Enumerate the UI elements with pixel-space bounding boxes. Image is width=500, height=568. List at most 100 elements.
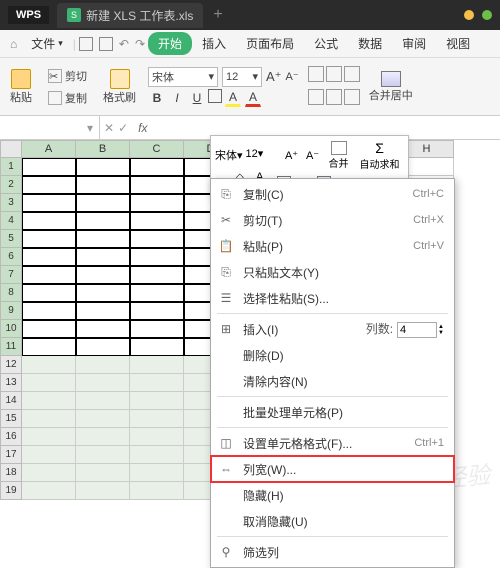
cell[interactable] — [76, 230, 130, 248]
select-all-corner[interactable] — [0, 140, 22, 158]
col-header-C[interactable]: C — [130, 140, 184, 158]
align-right-icon[interactable] — [344, 89, 360, 105]
maximize-icon[interactable] — [482, 10, 492, 20]
cell[interactable] — [130, 194, 184, 212]
new-tab-button[interactable]: + — [213, 6, 222, 24]
mini-merge-button[interactable]: 合并 — [325, 141, 353, 170]
name-box[interactable]: ▾ — [0, 116, 100, 139]
row-header-9[interactable]: 9 — [0, 302, 22, 320]
row-header-6[interactable]: 6 — [0, 248, 22, 266]
cell[interactable] — [76, 446, 130, 464]
row-header-3[interactable]: 3 — [0, 194, 22, 212]
align-middle-icon[interactable] — [326, 66, 342, 82]
menu-clear[interactable]: 清除内容(N) — [211, 368, 454, 394]
menu-paste[interactable]: 📋粘贴(P)Ctrl+V — [211, 233, 454, 259]
menu-paste-text[interactable]: ⎘只粘贴文本(Y) — [211, 259, 454, 285]
cell[interactable] — [22, 230, 76, 248]
border-button[interactable] — [208, 89, 222, 103]
cell[interactable] — [130, 338, 184, 356]
tab-insert[interactable]: 插入 — [192, 31, 236, 56]
row-header-16[interactable]: 16 — [0, 428, 22, 446]
fill-color-button[interactable]: A — [224, 89, 242, 107]
cell[interactable] — [76, 212, 130, 230]
row-header-5[interactable]: 5 — [0, 230, 22, 248]
cell[interactable] — [130, 374, 184, 392]
cell[interactable] — [130, 302, 184, 320]
cell[interactable] — [76, 302, 130, 320]
cell[interactable] — [130, 158, 184, 176]
cell[interactable] — [76, 248, 130, 266]
col-header-B[interactable]: B — [76, 140, 130, 158]
menu-unhide[interactable]: 取消隐藏(U) — [211, 508, 454, 534]
cell[interactable] — [22, 338, 76, 356]
menu-paste-special[interactable]: ☰选择性粘贴(S)... — [211, 285, 454, 311]
cell[interactable] — [130, 392, 184, 410]
tab-start[interactable]: 开始 — [148, 32, 192, 55]
cell[interactable] — [130, 176, 184, 194]
enter-icon[interactable]: ✓ — [118, 121, 128, 135]
qat-print-icon[interactable] — [99, 37, 113, 51]
cell[interactable] — [130, 248, 184, 266]
row-header-1[interactable]: 1 — [0, 158, 22, 176]
row-header-12[interactable]: 12 — [0, 356, 22, 374]
cell[interactable] — [22, 410, 76, 428]
cell[interactable] — [76, 338, 130, 356]
mini-font-name[interactable]: 宋体▾ — [215, 147, 243, 165]
menu-filter-column[interactable]: ⚲筛选列 — [211, 539, 454, 565]
cell[interactable] — [76, 176, 130, 194]
row-header-19[interactable]: 19 — [0, 482, 22, 500]
cell[interactable] — [130, 266, 184, 284]
qat-redo-icon[interactable]: ↷ — [135, 37, 145, 51]
cell[interactable] — [76, 284, 130, 302]
cell[interactable] — [130, 410, 184, 428]
row-header-10[interactable]: 10 — [0, 320, 22, 338]
align-left-icon[interactable] — [308, 89, 324, 105]
row-header-14[interactable]: 14 — [0, 392, 22, 410]
cell[interactable] — [76, 194, 130, 212]
cell[interactable] — [22, 248, 76, 266]
menu-insert[interactable]: ⊞插入(I) 列数:▲▼ — [211, 316, 454, 342]
cell[interactable] — [76, 482, 130, 500]
tab-review[interactable]: 审阅 — [392, 31, 436, 56]
menu-format-cells[interactable]: ◫设置单元格格式(F)...Ctrl+1 — [211, 430, 454, 456]
spinner-down-icon[interactable]: ▼ — [438, 330, 444, 336]
paste-button[interactable]: 粘贴 — [6, 67, 36, 107]
cut-button[interactable]: ✂剪切 — [44, 66, 91, 86]
align-center-icon[interactable] — [326, 89, 342, 105]
menu-cut[interactable]: ✂剪切(T)Ctrl+X — [211, 207, 454, 233]
underline-button[interactable]: U — [188, 89, 206, 107]
decrease-font-icon[interactable]: A⁻ — [286, 70, 299, 83]
document-tab[interactable]: S 新建 XLS 工作表.xls — [57, 3, 203, 28]
cell[interactable] — [76, 428, 130, 446]
menu-copy[interactable]: ⎘复制(C)Ctrl+C — [211, 181, 454, 207]
cell[interactable] — [22, 158, 76, 176]
cell[interactable] — [22, 320, 76, 338]
cell[interactable] — [22, 392, 76, 410]
cell[interactable] — [130, 446, 184, 464]
merge-center-button[interactable]: 合并居中 — [369, 71, 413, 103]
increase-font-icon[interactable]: A⁺ — [266, 69, 282, 85]
menu-column-width[interactable]: ⇔列宽(W)... — [211, 456, 454, 482]
row-header-13[interactable]: 13 — [0, 374, 22, 392]
cell[interactable] — [22, 194, 76, 212]
tab-formula[interactable]: 公式 — [304, 31, 348, 56]
font-size-combo[interactable]: 12▾ — [222, 67, 262, 87]
mini-font-size[interactable]: 12▾ — [246, 147, 280, 165]
italic-button[interactable]: I — [168, 89, 186, 107]
cell[interactable] — [22, 464, 76, 482]
tab-page-layout[interactable]: 页面布局 — [236, 31, 304, 56]
cell[interactable] — [130, 284, 184, 302]
cell[interactable] — [76, 158, 130, 176]
cell[interactable] — [130, 464, 184, 482]
bold-button[interactable]: B — [148, 89, 166, 107]
minimize-icon[interactable] — [464, 10, 474, 20]
cell[interactable] — [76, 320, 130, 338]
cell[interactable] — [130, 212, 184, 230]
mini-decrease-font-icon[interactable]: A⁻ — [304, 147, 322, 165]
cell[interactable] — [22, 176, 76, 194]
menu-hide[interactable]: 隐藏(H) — [211, 482, 454, 508]
fx-icon[interactable]: fx — [132, 121, 153, 135]
row-header-15[interactable]: 15 — [0, 410, 22, 428]
row-header-17[interactable]: 17 — [0, 446, 22, 464]
row-header-8[interactable]: 8 — [0, 284, 22, 302]
